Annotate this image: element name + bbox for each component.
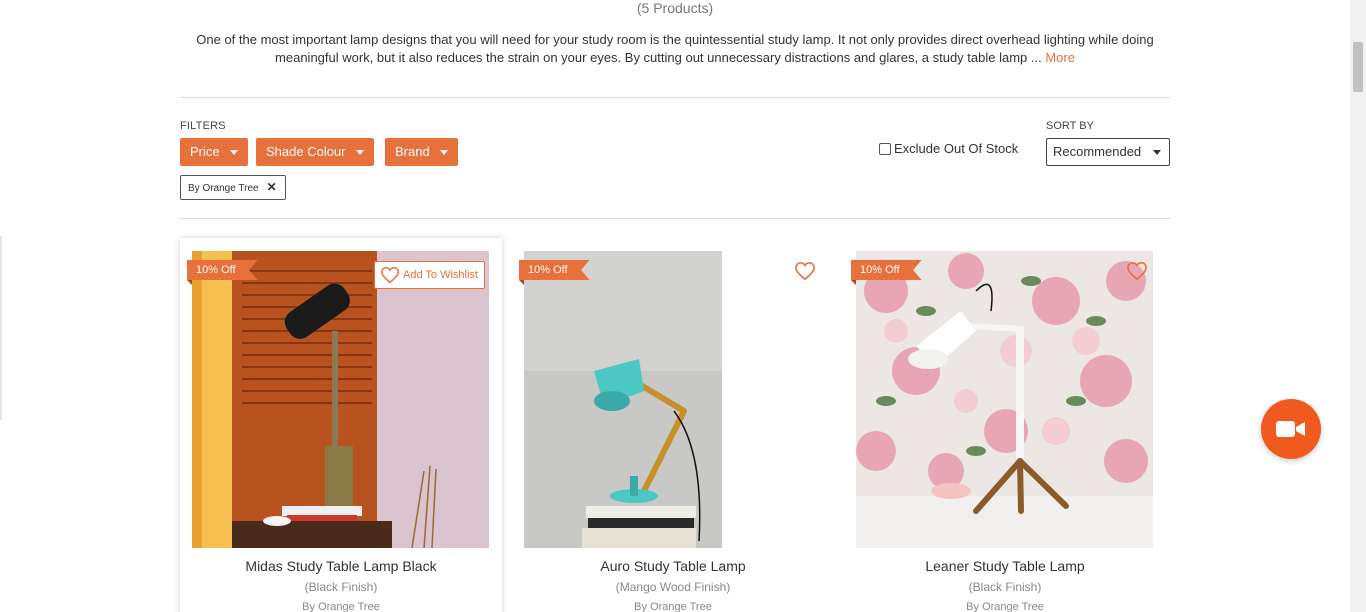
wishlist-heart-button[interactable] — [1126, 261, 1148, 286]
badge-fold — [187, 280, 192, 285]
caret-down-icon — [439, 150, 448, 156]
product-title[interactable]: Leaner Study Table Lamp — [844, 558, 1166, 574]
leaner-lamp-photo — [856, 251, 1153, 548]
sort-select[interactable]: Recommended — [1046, 138, 1170, 166]
product-brand: By Orange Tree — [966, 601, 1044, 612]
sort-label: SORT BY — [1046, 120, 1094, 132]
exclude-out-of-stock-checkbox[interactable] — [879, 142, 891, 155]
filters-label: FILTERS — [180, 120, 226, 132]
divider — [180, 218, 1170, 219]
product-finish: (Black Finish) — [968, 580, 1042, 594]
filter-brand-button[interactable]: Brand — [385, 138, 458, 166]
scrollbar[interactable] — [1350, 0, 1366, 612]
product-card[interactable]: 10% Off Auro Study Table Lamp (Mango Woo… — [512, 238, 834, 612]
filter-shade-colour-button[interactable]: Shade Colour — [256, 138, 374, 166]
product-image[interactable] — [856, 251, 1153, 548]
product-card[interactable]: 10% Off Leaner Study Table Lamp (Black F… — [844, 238, 1166, 612]
badge-fold — [519, 280, 524, 285]
filter-brand-label: Brand — [395, 144, 430, 159]
product-brand: By Orange Tree — [634, 601, 712, 612]
heart-outline-icon — [795, 261, 815, 281]
wishlist-heart-button[interactable] — [794, 261, 816, 286]
product-finish: (Black Finish) — [304, 580, 378, 594]
video-camera-icon — [1276, 421, 1305, 437]
filter-shade-colour-label: Shade Colour — [266, 144, 346, 159]
wishlist-label: Add To Wishlist — [403, 269, 478, 281]
products-count: (5 Products) — [636, 0, 714, 16]
filter-price-label: Price — [190, 144, 220, 159]
heart-outline-icon — [381, 266, 399, 284]
auro-lamp-photo — [524, 251, 722, 548]
caret-down-icon — [229, 150, 238, 156]
badge-fold — [851, 280, 856, 285]
heart-outline-icon — [1127, 261, 1147, 281]
exclude-out-of-stock-label: Exclude Out Of Stock — [894, 141, 1019, 156]
sort-selected-value: Recommended — [1053, 144, 1142, 159]
add-to-wishlist-button[interactable]: Add To Wishlist — [374, 261, 485, 289]
midas-lamp-photo — [192, 251, 489, 548]
product-title[interactable]: Midas Study Table Lamp Black — [180, 558, 502, 574]
product-title[interactable]: Auro Study Table Lamp — [512, 558, 834, 574]
product-image[interactable] — [192, 251, 489, 548]
product-brand: By Orange Tree — [302, 601, 380, 612]
discount-badge: 10% Off — [851, 260, 922, 280]
filter-price-button[interactable]: Price — [180, 138, 248, 166]
side-panel-edge — [0, 236, 2, 420]
video-call-button[interactable] — [1261, 399, 1321, 459]
close-icon[interactable]: ✕ — [267, 180, 277, 194]
active-filter-chip: By Orange Tree ✕ — [180, 175, 286, 200]
caret-down-icon — [1153, 150, 1161, 155]
description-text: One of the most important lamp designs t… — [196, 32, 1154, 65]
read-more-link[interactable]: More — [1045, 50, 1075, 65]
product-finish: (Mango Wood Finish) — [615, 580, 731, 594]
active-filter-label: By Orange Tree — [188, 183, 259, 194]
caret-down-icon — [355, 150, 364, 156]
scrollbar-thumb[interactable] — [1353, 42, 1363, 92]
divider — [180, 97, 1170, 98]
exclude-out-of-stock[interactable]: Exclude Out Of Stock — [879, 141, 1018, 156]
discount-badge: 10% Off — [519, 260, 590, 280]
category-description: One of the most important lamp designs t… — [180, 31, 1170, 67]
discount-badge: 10% Off — [187, 260, 258, 280]
product-card[interactable]: 10% Off Add To Wishlist Midas Study Tabl… — [180, 238, 502, 612]
product-image[interactable] — [524, 251, 722, 548]
